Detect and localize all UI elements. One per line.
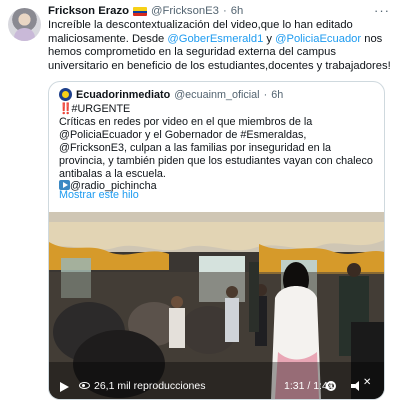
quoted-tweet[interactable]: Ecuadorinmediato @ecuainm_oficial · 6h ‼… bbox=[48, 81, 385, 400]
video-frame bbox=[49, 212, 384, 399]
header-separator: · bbox=[222, 5, 227, 17]
video-player[interactable]: 26,1 mil reproducciones 1:31 / 1:44 ✕ bbox=[49, 212, 384, 399]
quote-body: Críticas en redes por video en el que mi… bbox=[59, 115, 373, 180]
quote-text: ‼️#URGENTE Críticas en redes por video e… bbox=[59, 103, 377, 193]
quote-time[interactable]: 6h bbox=[271, 89, 283, 101]
quote-urgent-line: ‼️#URGENTE bbox=[59, 103, 377, 116]
tweet-text: Increíble la descontextualización del vi… bbox=[48, 19, 393, 73]
quote-author-name[interactable]: Ecuadorinmediato bbox=[76, 89, 170, 101]
tweet-text-part: y bbox=[263, 32, 276, 45]
author-name[interactable]: Frickson Erazo bbox=[48, 5, 129, 17]
tweet-time[interactable]: 6h bbox=[231, 5, 244, 17]
author-handle[interactable]: @FricksonE3 bbox=[151, 5, 219, 17]
video-controls: 26,1 mil reproducciones 1:31 / 1:44 ✕ bbox=[49, 373, 384, 399]
mention-policia[interactable]: @PoliciaEcuador bbox=[275, 33, 361, 45]
quote-avatar[interactable] bbox=[59, 88, 72, 101]
quote-author-handle[interactable]: @ecuainm_oficial bbox=[174, 89, 259, 101]
ecuador-flag-icon bbox=[133, 6, 147, 16]
video-views: 26,1 mil reproducciones bbox=[94, 380, 206, 392]
play-icon[interactable] bbox=[60, 382, 69, 392]
volume-icon[interactable] bbox=[351, 381, 363, 391]
avatar-figure bbox=[14, 28, 35, 41]
more-options-icon[interactable]: ··· bbox=[374, 3, 390, 18]
tweet-header: Frickson Erazo @FricksonE3 · 6h bbox=[48, 3, 392, 19]
quote-separator: · bbox=[263, 88, 268, 101]
double-exclamation-icon: ‼️ bbox=[59, 103, 72, 115]
mute-x-icon: ✕ bbox=[363, 377, 372, 388]
show-thread-link[interactable]: Mostrar este hilo bbox=[59, 189, 139, 201]
settings-gear-icon[interactable] bbox=[326, 381, 336, 391]
author-avatar[interactable] bbox=[8, 8, 41, 41]
views-eye-icon bbox=[79, 382, 90, 389]
quote-header: Ecuadorinmediato @ecuainm_oficial · 6h bbox=[59, 88, 283, 101]
mention-gober[interactable]: @GoberEsmerald1 bbox=[167, 33, 263, 45]
urgent-hashtag[interactable]: #URGENTE bbox=[71, 103, 130, 115]
